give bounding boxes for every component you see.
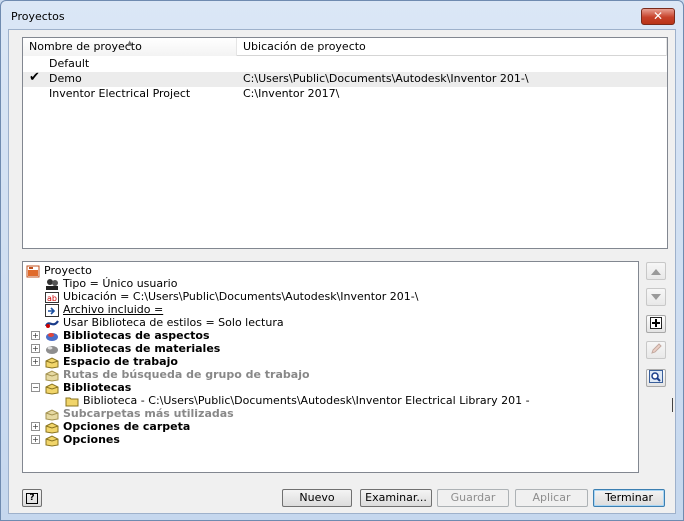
svg-text:ab: ab [47,294,57,303]
tree-node-workspace[interactable]: Espacio de trabajo [45,355,178,369]
project-file-icon [26,265,41,277]
tree-node-options[interactable]: Opciones [45,433,120,447]
new-button[interactable]: Nuevo [282,489,352,507]
tree-node-label: Subcarpetas más utilizadas [63,407,234,420]
project-row-electrical[interactable]: Inventor Electrical Project C:\Inventor … [23,87,667,102]
add-path-button[interactable] [646,315,666,333]
column-header-name[interactable]: ▲ Nombre de proyecto [23,38,237,56]
arrow-down-icon [651,291,661,304]
column-header-location-label: Ubicación de proyecto [243,40,366,53]
find-button[interactable] [646,369,666,387]
appearance-sphere-icon [45,330,60,342]
tree-node-group-search-paths[interactable]: Rutas de búsqueda de grupo de trabajo [45,368,310,382]
folder-stack-icon [45,421,60,434]
column-header-name-label: Nombre de proyecto [29,40,142,53]
tree-node-type[interactable]: Tipo = Único usuario [45,277,177,290]
include-file-icon [45,303,60,317]
project-name: Demo [49,72,82,85]
expand-toggle-folder-options[interactable]: + [31,422,40,431]
folder-stack-icon [45,382,60,395]
tree-node-label: Espacio de trabajo [63,355,178,368]
apply-button[interactable]: Aplicar [515,489,588,507]
help-button[interactable]: ? [22,489,42,507]
expand-toggle-workspace[interactable]: + [31,357,40,366]
window-title: Proyectos [11,10,65,23]
sort-ascending-icon: ▲ [127,39,133,47]
tree-node-appearance-libraries[interactable]: Bibliotecas de aspectos [45,329,210,342]
save-button[interactable]: Guardar [437,489,509,507]
folder-stack-icon [45,356,60,369]
tree-node-label: Tipo = Único usuario [63,277,178,290]
users-icon [45,278,60,290]
tree-node-label: Rutas de búsqueda de grupo de trabajo [63,368,310,381]
dialog-body: ▲ Nombre de proyecto Ubicación de proyec… [8,29,676,514]
tree-node-label: Bibliotecas de materiales [63,342,221,355]
tree-node-project[interactable]: Proyecto [26,264,92,277]
expand-toggle-materials[interactable]: + [31,344,40,353]
project-location: C:\Users\Public\Documents\Autodesk\Inven… [243,72,529,85]
tree-node-label: Biblioteca - C:\Users\Public\Documents\A… [83,394,530,407]
tree-node-style-library[interactable]: Usar Biblioteca de estilos = Solo lectur… [45,316,284,329]
tree-node-library-entry[interactable]: Biblioteca - C:\Users\Public\Documents\A… [65,394,530,407]
project-name: Inventor Electrical Project [49,87,191,100]
folder-stack-icon [45,369,60,382]
tree-node-label: Usar Biblioteca de estilos = Solo lectur… [63,316,284,329]
tree-node-included-file[interactable]: Archivo incluido = [45,303,164,317]
folder-icon [65,395,80,407]
plus-icon [650,316,662,332]
project-row-demo[interactable]: ✔ Demo C:\Users\Public\Documents\Autodes… [23,70,667,87]
expand-toggle-options[interactable]: + [31,435,40,444]
project-settings-tree[interactable]: Proyecto Tipo = Único usuario ab Ubicaci… [22,261,639,473]
column-header-location[interactable]: Ubicación de proyecto [237,38,667,56]
text-field-icon: ab [45,291,60,303]
tree-node-frequent-subfolders[interactable]: Subcarpetas más utilizadas [45,407,234,421]
active-check-icon: ✔ [29,70,40,85]
tree-node-libraries[interactable]: Bibliotecas [45,381,132,395]
finish-button[interactable]: Terminar [593,489,665,507]
browse-button[interactable]: Examinar... [360,489,432,507]
collapse-toggle-libraries[interactable]: − [31,383,40,392]
project-location: C:\Inventor 2017\ [243,87,340,100]
tree-node-folder-options[interactable]: Opciones de carpeta [45,420,191,434]
tree-node-label: Bibliotecas de aspectos [63,329,210,342]
project-name: Default [49,57,90,70]
style-library-icon [45,317,60,329]
close-button[interactable]: ✕ [641,8,675,25]
tree-node-location[interactable]: ab Ubicación = C:\Users\Public\Documents… [45,290,418,303]
projects-dialog: Proyectos ✕ ▲ Nombre de proyecto Ubicaci… [0,0,684,521]
tree-node-label: Opciones de carpeta [63,420,191,433]
tree-node-material-libraries[interactable]: Bibliotecas de materiales [45,342,220,355]
help-icon: ? [26,492,38,504]
arrow-up-icon [651,265,661,278]
tree-node-label: Archivo incluido = [63,303,164,316]
folder-stack-icon [45,434,60,447]
material-sphere-icon [45,343,60,355]
projects-list-header: ▲ Nombre de proyecto Ubicación de proyec… [23,38,667,56]
magnifier-icon [649,370,663,386]
folder-stack-icon [45,408,60,421]
edit-button[interactable] [646,341,666,359]
tree-node-label: Bibliotecas [63,381,132,394]
tree-node-label: Opciones [63,433,120,446]
project-row-default[interactable]: Default [23,57,667,72]
tree-node-label: Proyecto [44,264,92,277]
expand-toggle-appearance[interactable]: + [31,331,40,340]
pencil-icon [650,342,662,358]
move-down-button[interactable] [646,288,666,306]
projects-list[interactable]: ▲ Nombre de proyecto Ubicación de proyec… [22,37,668,249]
resize-grip[interactable] [672,398,673,412]
move-up-button[interactable] [646,262,666,280]
tree-node-label: Ubicación = C:\Users\Public\Documents\Au… [63,290,419,303]
